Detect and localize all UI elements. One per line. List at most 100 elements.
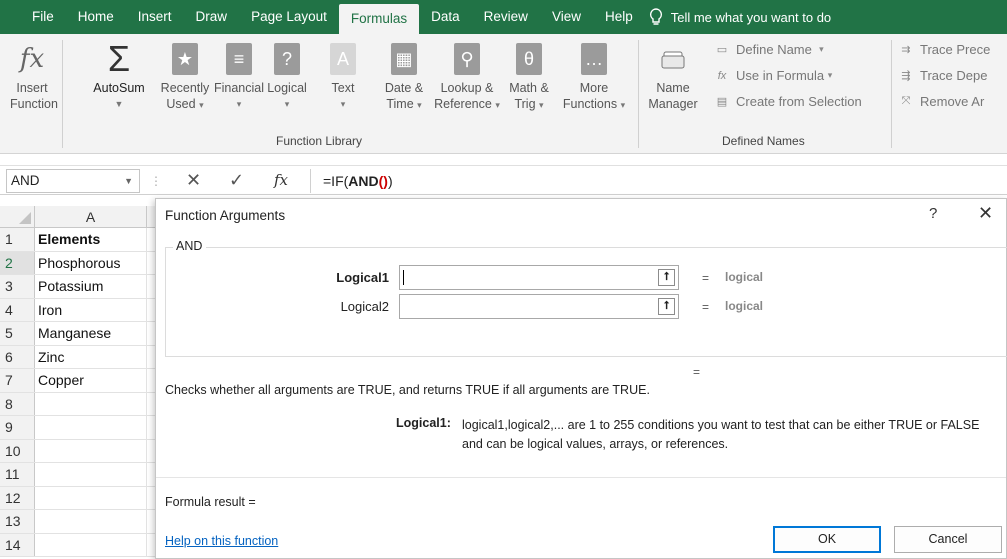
date-time-label-1: Date & [384,81,424,95]
more-functions-button[interactable]: … More Functions ▾ [556,42,632,113]
define-name-icon: ▭ [716,44,728,56]
cell[interactable]: Copper [35,369,147,392]
tell-me-text: Tell me what you want to do [670,9,832,25]
arguments-group: AND Logical1 ⭡ = logical Logical2 ⭡ = lo… [165,239,1007,357]
logical1-label: Logical1 [336,270,389,285]
insert-function-label-1: Insert [16,81,48,95]
logical2-input[interactable]: ⭡ [399,294,679,319]
row-header[interactable]: 3 [0,275,35,298]
row-header[interactable]: 13 [0,510,35,533]
cell[interactable] [35,533,147,556]
chevron-down-icon: ▾ [417,100,422,110]
help-on-function-link[interactable]: Help on this function [165,534,278,548]
cell[interactable]: Zinc [35,345,147,368]
row-header[interactable]: 12 [0,486,35,509]
cell[interactable] [35,416,147,439]
chevron-down-icon: ▾ [539,100,544,110]
row-header[interactable]: 2 [0,251,35,274]
name-box[interactable]: AND ▼ [6,169,140,193]
tab-data[interactable]: Data [419,0,472,34]
calendar-icon: ▦ [391,43,417,75]
trace-dependents-label: Trace Depe [920,68,988,83]
create-from-selection-button[interactable]: ▤ Create from Selection [714,94,862,109]
row-header[interactable]: 1 [0,228,35,251]
use-in-formula-icon: fx [717,69,727,82]
collapse-dialog-icon[interactable]: ⭡ [658,269,675,286]
ribbon-tab-bar: File Home Insert Draw Page Layout Formul… [0,0,1007,34]
date-time-button[interactable]: ▦ Date & Time ▾ [373,42,435,113]
tab-review[interactable]: Review [472,0,540,34]
function-description: Checks whether all arguments are TRUE, a… [165,383,650,397]
remove-arrows-icon: ⤧ [901,95,911,107]
row-header[interactable]: 8 [0,392,35,415]
table-row: 4 Iron [0,298,160,322]
tab-file[interactable]: File [20,0,66,34]
remove-arrows-button[interactable]: ⤧ Remove Ar [898,94,985,109]
ellipsis-icon: … [581,43,607,75]
math-trig-button[interactable]: θ Math & Trig ▾ [502,42,556,113]
cell[interactable]: Potassium [35,275,147,298]
cell[interactable]: Phosphorous [35,251,147,274]
text-button[interactable]: A Text ▾ [327,42,359,112]
text-caret [403,270,404,285]
formula-bar-splitter[interactable]: ⋮ [150,174,162,188]
row-header[interactable]: 9 [0,416,35,439]
cell[interactable] [35,510,147,533]
tab-formulas[interactable]: Formulas [338,4,420,34]
chevron-down-icon[interactable]: ▼ [124,170,133,192]
help-button[interactable]: ? [929,205,937,222]
cancel-button[interactable]: Cancel [894,526,1002,553]
use-in-formula-button[interactable]: fx Use in Formula ▾ [714,68,833,83]
row-header[interactable]: 14 [0,533,35,556]
trace-precedents-button[interactable]: ⇉ Trace Prece [898,42,990,57]
logical2-label: Logical2 [340,299,389,314]
table-row: 12 [0,486,160,510]
logical1-input[interactable]: ⭡ [399,265,679,290]
formula-parens: () [378,173,388,189]
select-all-button[interactable] [0,206,35,227]
tab-page-layout[interactable]: Page Layout [239,0,339,34]
column-header-row: A [0,206,160,228]
cell[interactable] [35,486,147,509]
confirm-entry-icon[interactable]: ✓ [229,170,244,191]
equals-sign: = [702,271,710,285]
insert-function-button[interactable]: fx Insert Function [10,42,58,112]
cancel-entry-icon[interactable]: ✕ [186,170,201,191]
row-header[interactable]: 5 [0,322,35,345]
collapse-dialog-icon[interactable]: ⭡ [658,298,675,315]
row-header[interactable]: 11 [0,463,35,486]
name-manager-button[interactable]: Name Manager [645,42,701,112]
insert-function-icon[interactable]: fx [274,171,288,189]
cell[interactable]: Manganese [35,322,147,345]
lookup-reference-button[interactable]: ⚲ Lookup & Reference ▾ [428,42,506,113]
autosum-button[interactable]: Σ AutoSum ▼ [88,41,150,112]
chevron-down-icon: ▾ [340,99,346,109]
ribbon: fx Insert Function Σ AutoSum ▼ ★ Recentl… [0,34,1007,154]
table-row: 1 Elements [0,228,160,252]
insert-function-label-2: Function [10,97,58,111]
worksheet-grid: A 1 Elements 2 Phosphorous 3 Potassium 4 Iron 5 M… [0,206,160,557]
ok-button[interactable]: OK [773,526,881,553]
tell-me-search[interactable]: Tell me what you want to do [649,8,831,26]
cell[interactable]: Iron [35,298,147,321]
cell[interactable] [35,439,147,462]
tab-help[interactable]: Help [593,0,645,34]
tab-view[interactable]: View [540,0,593,34]
table-row: 11 [0,463,160,487]
row-header[interactable]: 10 [0,439,35,462]
define-name-button[interactable]: ▭ Define Name ▾ [714,42,824,57]
trace-dependents-button[interactable]: ⇶ Trace Depe [898,68,987,83]
row-header[interactable]: 7 [0,369,35,392]
column-header-a[interactable]: A [35,206,147,227]
cell[interactable]: Elements [35,228,147,251]
close-icon[interactable]: ✕ [978,203,993,224]
tab-insert[interactable]: Insert [126,0,184,34]
cell[interactable] [35,463,147,486]
tab-draw[interactable]: Draw [184,0,240,34]
logical-button[interactable]: ? Logical ▾ [256,42,318,112]
cell[interactable] [35,392,147,415]
row-header[interactable]: 6 [0,345,35,368]
tab-home[interactable]: Home [66,0,126,34]
row-header[interactable]: 4 [0,298,35,321]
formula-input[interactable]: =IF(AND()) [310,169,1007,193]
